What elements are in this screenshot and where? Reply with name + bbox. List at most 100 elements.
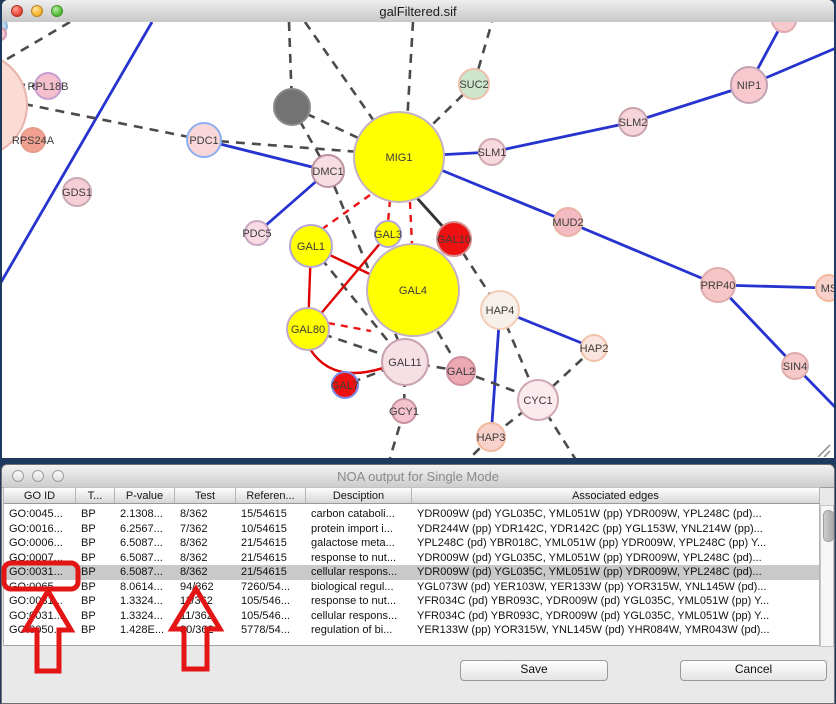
cell-reference: 5778/54... xyxy=(236,623,306,638)
cell-p_value: 6.5087... xyxy=(115,536,175,551)
network-titlebar[interactable]: galFiltered.sif xyxy=(2,0,834,23)
cell-p_value: 6.5087... xyxy=(115,565,175,580)
cell-associated_edges: YPL248C (pd) YBR018C, YML051W (pp) YDR00… xyxy=(412,536,819,551)
cell-reference: 21/54615 xyxy=(236,565,306,580)
cell-associated_edges: YFR034C (pd) YBR093C, YDR009W (pd) YGL03… xyxy=(412,609,819,624)
cell-go_id: GO:0031... xyxy=(4,609,76,624)
node-tiny-pink[interactable] xyxy=(2,28,6,40)
cell-description: response to nut... xyxy=(306,551,412,566)
node-label-GAL10: GAL10 xyxy=(437,234,471,246)
cell-reference: 7260/54... xyxy=(236,580,306,595)
column-header-5[interactable]: Desciption xyxy=(306,488,412,503)
node-label-GAL1: GAL1 xyxy=(297,241,325,253)
node-label-RPS24A: RPS24A xyxy=(12,135,55,147)
node-label-HAP3: HAP3 xyxy=(477,432,506,444)
vertical-scrollbar[interactable] xyxy=(820,505,834,647)
close-button-inactive[interactable] xyxy=(12,470,24,482)
scrollbar-thumb[interactable] xyxy=(823,510,834,542)
table-row[interactable]: GO:0050...BP1.428E...80/3625778/54...reg… xyxy=(4,623,819,638)
cell-p_value: 1.3324... xyxy=(115,609,175,624)
cell-type: BP xyxy=(76,522,115,537)
cell-reference: 21/54615 xyxy=(236,536,306,551)
cell-description: biological regul... xyxy=(306,580,412,595)
cell-type: BP xyxy=(76,551,115,566)
column-header-0[interactable]: GO ID xyxy=(4,488,76,503)
table-row[interactable]: GO:0031...BP1.3324...11/362105/546...cel… xyxy=(4,609,819,624)
cell-go_id: GO:0045... xyxy=(4,507,76,522)
node-label-NIP1: NIP1 xyxy=(737,80,761,92)
cell-type: BP xyxy=(76,594,115,609)
table-row[interactable]: GO:0045...BP2.1308...8/36215/54615carbon… xyxy=(4,507,819,522)
cell-associated_edges: YER133W (pp) YOR315W, YNL145W (pd) YHR08… xyxy=(412,623,819,638)
save-button[interactable]: Save xyxy=(460,660,608,681)
cell-reference: 105/546... xyxy=(236,609,306,624)
cell-go_id: GO:0016... xyxy=(4,522,76,537)
cell-associated_edges: YDR244W (pp) YDR142C, YDR142C (pp) YGL15… xyxy=(412,522,819,537)
cell-test: 8/362 xyxy=(175,507,236,522)
node-label-MUD2: MUD2 xyxy=(552,217,583,229)
cell-description: carbon cataboli... xyxy=(306,507,412,522)
cell-description: cellular respons... xyxy=(306,565,412,580)
cell-p_value: 6.5087... xyxy=(115,551,175,566)
cell-associated_edges: YGL073W (pd) YER103W, YER133W (pp) YOR31… xyxy=(412,580,819,595)
cell-type: BP xyxy=(76,565,115,580)
node-label-SUC2: SUC2 xyxy=(459,79,488,91)
table-header-row: GO IDT...P-valueTestReferen...Desciption… xyxy=(3,487,820,504)
cell-test: 94/362 xyxy=(175,580,236,595)
minimize-button-inactive[interactable] xyxy=(32,470,44,482)
column-header-3[interactable]: Test xyxy=(175,488,236,503)
cell-test: 80/362 xyxy=(175,623,236,638)
edge-dash xyxy=(2,22,70,62)
noa-titlebar[interactable]: NOA output for Single Mode xyxy=(2,465,834,488)
edge-reddash xyxy=(318,195,370,232)
node-label-RPL18B: RPL18B xyxy=(28,81,69,93)
node-label-PDC5: PDC5 xyxy=(242,228,271,240)
edge-arc-red xyxy=(310,349,383,373)
node-label-SIN4: SIN4 xyxy=(783,361,807,373)
table-row[interactable]: GO:0031...BP1.3324...11/362105/546...res… xyxy=(4,594,819,609)
table-body: GO:0045...BP2.1308...8/36215/54615carbon… xyxy=(3,504,820,646)
cell-go_id: GO:0050... xyxy=(4,623,76,638)
cell-description: cellular respons... xyxy=(306,609,412,624)
cancel-button[interactable]: Cancel xyxy=(680,660,827,681)
cell-p_value: 8.0614... xyxy=(115,580,175,595)
table-row[interactable]: GO:0006...BP6.5087...8/36221/54615galact… xyxy=(4,536,819,551)
node-label-SLM2: SLM2 xyxy=(619,117,648,129)
zoom-button-inactive[interactable] xyxy=(52,470,64,482)
noa-window-title: NOA output for Single Mode xyxy=(2,469,834,484)
node-label-MSN: MS xyxy=(821,283,834,295)
table-row[interactable]: GO:0016...BP6.2567...7/36210/54615protei… xyxy=(4,522,819,537)
edge-reddash xyxy=(410,202,412,245)
cell-p_value: 1.3324... xyxy=(115,594,175,609)
cell-description: regulation of bi... xyxy=(306,623,412,638)
cell-go_id: GO:0007... xyxy=(4,551,76,566)
resize-grip[interactable] xyxy=(816,443,832,457)
column-header-2[interactable]: P-value xyxy=(115,488,175,503)
results-table: GO IDT...P-valueTestReferen...Desciption… xyxy=(3,487,820,646)
minimize-button[interactable] xyxy=(31,5,43,17)
column-header-1[interactable]: T... xyxy=(76,488,115,503)
node-label-PRP40: PRP40 xyxy=(701,280,736,292)
close-button[interactable] xyxy=(11,5,23,17)
node-node-top-right[interactable] xyxy=(772,22,796,32)
node-label-PDC1: PDC1 xyxy=(189,135,218,147)
column-header-4[interactable]: Referen... xyxy=(236,488,306,503)
node-gray-node[interactable] xyxy=(274,89,310,125)
column-header-6[interactable]: Associated edges xyxy=(412,488,820,503)
cell-go_id: GO:0031... xyxy=(4,565,76,580)
zoom-button[interactable] xyxy=(51,5,63,17)
node-label-SLM1: SLM1 xyxy=(478,147,507,159)
edge-blue xyxy=(204,140,328,171)
node-label-GAL4: GAL4 xyxy=(399,285,427,297)
edge-reddash xyxy=(388,200,390,222)
cell-test: 7/362 xyxy=(175,522,236,537)
cell-associated_edges: YDR009W (pd) YGL035C, YML051W (pp) YDR00… xyxy=(412,551,819,566)
table-row[interactable]: GO:0007...BP6.5087...8/36221/54615respon… xyxy=(4,551,819,566)
node-label-GAL80: GAL80 xyxy=(291,324,325,336)
edge-blue xyxy=(2,22,152,284)
cell-description: protein import i... xyxy=(306,522,412,537)
cell-p_value: 6.2567... xyxy=(115,522,175,537)
network-canvas[interactable]: RPL18BRPS24AGDS1PDC1DMC1MIG1SUC2SLM1SLM2… xyxy=(2,22,834,458)
table-row[interactable]: GO:0065...BP8.0614...94/3627260/54...bio… xyxy=(4,580,819,595)
table-row[interactable]: GO:0031...BP6.5087...8/36221/54615cellul… xyxy=(4,565,819,580)
